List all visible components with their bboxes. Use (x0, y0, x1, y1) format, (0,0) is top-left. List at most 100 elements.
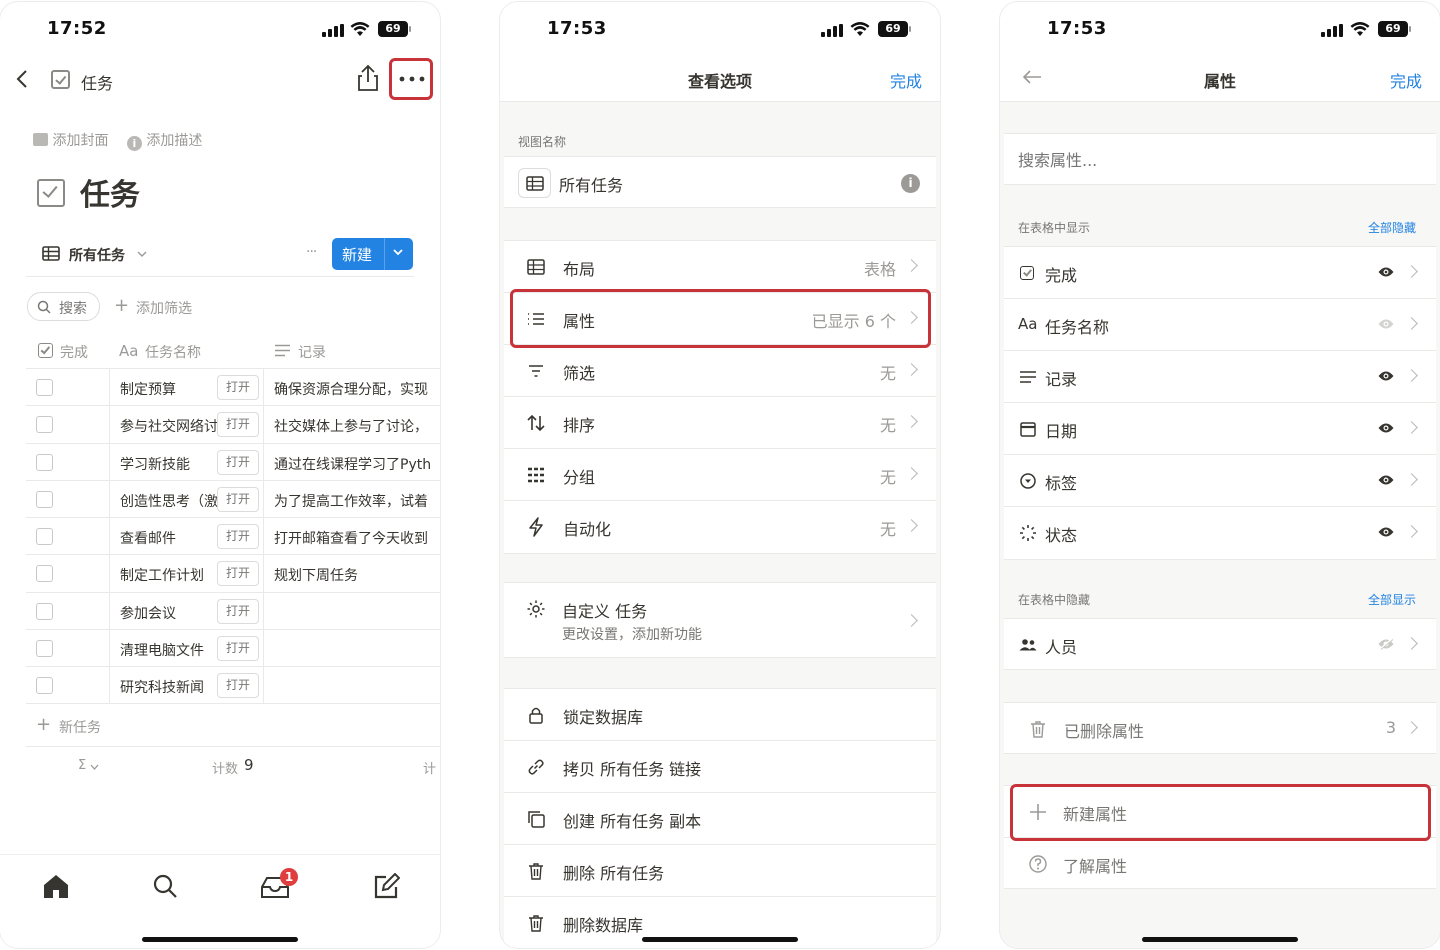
column-header-notes[interactable]: 记录 (298, 342, 326, 362)
view-more-button[interactable]: ··· (306, 244, 317, 260)
action-delete-view[interactable]: 删除 所有任务 (504, 845, 936, 897)
eye-icon[interactable] (1378, 422, 1394, 434)
property-status[interactable]: 状态 (1004, 507, 1436, 559)
row-task-name[interactable]: 创造性思考（激 (120, 491, 220, 511)
property-task-name[interactable]: Aa 任务名称 (1004, 299, 1436, 351)
table-row[interactable]: 制定预算 打开 确保资源合理分配，实现 (26, 368, 440, 406)
back-chevron-icon[interactable] (14, 69, 30, 89)
open-button[interactable]: 打开 (217, 561, 259, 587)
row-checkbox[interactable] (36, 416, 53, 434)
chevron-down-icon[interactable] (90, 764, 99, 770)
deleted-properties[interactable]: 已删除属性 3 (1004, 703, 1436, 755)
trash-icon (1031, 721, 1045, 738)
chevron-down-icon[interactable] (137, 251, 147, 257)
table-row[interactable]: 参与社交网络讨论打开社交媒体上参与了讨论， (26, 405, 440, 443)
row-task-name[interactable]: 参与社交网络讨论 (120, 416, 220, 436)
chevron-down-icon[interactable] (392, 246, 404, 258)
table-row[interactable]: 查看邮件 打开 打开邮箱查看了今天收到 (26, 517, 440, 555)
row-note[interactable]: 社交媒体上参与了讨论， (274, 416, 440, 436)
learn-properties-link[interactable]: 了解属性 (1004, 838, 1436, 890)
row-checkbox[interactable] (36, 602, 53, 620)
property-date[interactable]: 日期 (1004, 403, 1436, 455)
open-button[interactable]: 打开 (217, 486, 259, 512)
row-checkbox[interactable] (36, 677, 53, 695)
property-notes[interactable]: 记录 (1004, 351, 1436, 403)
row-note[interactable]: 打开邮箱查看了今天收到 (274, 528, 440, 548)
open-button[interactable]: 打开 (217, 375, 259, 400)
open-button[interactable]: 打开 (217, 524, 259, 550)
row-checkbox[interactable] (36, 528, 53, 546)
row-note[interactable]: 通过在线课程学习了Pyth (274, 454, 440, 474)
open-button[interactable]: 打开 (217, 449, 259, 475)
action-lock-database[interactable]: 锁定数据库 (504, 689, 936, 741)
sort-icon (527, 414, 545, 432)
share-icon[interactable] (356, 64, 380, 92)
view-name[interactable]: 所有任务 (69, 245, 125, 265)
eye-icon[interactable] (1378, 526, 1394, 538)
option-group[interactable]: 分组 无 (504, 449, 936, 501)
add-filter-button[interactable]: 添加筛选 (136, 298, 192, 318)
open-button[interactable]: 打开 (217, 598, 259, 624)
view-name-field[interactable]: 所有任务 i (504, 157, 936, 209)
add-description-button[interactable]: 添加描述 (146, 133, 202, 149)
table-row[interactable]: 制定工作计划 打开 规划下周任务 (26, 554, 440, 592)
row-task-name[interactable]: 学习新技能 (120, 454, 220, 474)
done-button[interactable]: 完成 (890, 68, 922, 92)
row-task-name[interactable]: 研究科技新闻 (120, 677, 220, 697)
column-header-name[interactable]: 任务名称 (145, 342, 201, 362)
compose-icon[interactable] (373, 873, 400, 900)
option-sort[interactable]: 排序 无 (504, 397, 936, 449)
view-name-value[interactable]: 所有任务 (559, 172, 623, 196)
table-row[interactable]: 参加会议 打开 (26, 591, 440, 630)
customize-database[interactable]: 自定义 任务 更改设置，添加新功能 (504, 583, 936, 659)
row-checkbox[interactable] (36, 490, 53, 508)
property-tags[interactable]: 标签 (1004, 455, 1436, 507)
calculate-sigma-button[interactable]: Σ (78, 758, 86, 773)
view-icon-button[interactable] (518, 168, 551, 198)
row-checkbox[interactable] (36, 640, 53, 658)
table-row[interactable]: 学习新技能 打开 通过在线课程学习了Pyth (26, 442, 440, 480)
open-button[interactable]: 打开 (217, 673, 259, 699)
eye-icon[interactable] (1378, 474, 1394, 486)
row-checkbox[interactable] (36, 565, 53, 583)
eye-slash-icon[interactable] (1378, 638, 1394, 650)
table-row[interactable]: 创造性思考（激 打开 为了提高工作效率，试着 (26, 479, 440, 518)
open-button[interactable]: 打开 (217, 412, 259, 438)
option-automation[interactable]: 自动化 无 (504, 501, 936, 553)
action-copy-link[interactable]: 拷贝 所有任务 链接 (504, 741, 936, 793)
row-checkbox[interactable] (36, 379, 53, 396)
property-done[interactable]: 完成 (1004, 247, 1436, 299)
property-people[interactable]: 人员 (1004, 619, 1436, 671)
search-properties-input[interactable] (1018, 146, 1418, 174)
eye-icon[interactable] (1378, 266, 1394, 278)
open-button[interactable]: 打开 (217, 636, 259, 662)
show-all-button[interactable]: 全部显示 (1368, 591, 1416, 608)
option-layout[interactable]: 布局 表格 (504, 241, 936, 293)
row-task-name[interactable]: 查看邮件 (120, 528, 220, 548)
column-header-done[interactable]: 完成 (60, 342, 88, 362)
home-icon[interactable] (42, 873, 70, 899)
row-note[interactable]: 规划下周任务 (274, 565, 440, 585)
option-filter[interactable]: 筛选 无 (504, 345, 936, 397)
eye-icon[interactable] (1378, 370, 1394, 382)
new-button[interactable]: 新建 (332, 238, 413, 270)
new-task-button[interactable]: 新任务 (59, 717, 101, 737)
row-task-name[interactable]: 参加会议 (120, 603, 220, 623)
row-task-name[interactable]: 制定工作计划 (120, 565, 220, 585)
hide-all-button[interactable]: 全部隐藏 (1368, 219, 1416, 236)
row-note[interactable]: 确保资源合理分配，实现 (274, 379, 440, 399)
table-row[interactable]: 清理电脑文件 打开 (26, 629, 440, 667)
chevron-right-icon (905, 363, 918, 376)
done-button[interactable]: 完成 (1390, 68, 1422, 92)
row-task-name[interactable]: 制定预算 (120, 379, 220, 399)
row-task-name[interactable]: 清理电脑文件 (120, 640, 220, 660)
row-checkbox[interactable] (36, 453, 53, 471)
search-pill[interactable]: 搜索 (27, 292, 100, 321)
table-row[interactable]: 研究科技新闻 打开 (26, 666, 440, 704)
more-dots-icon[interactable] (399, 76, 425, 82)
add-cover-button[interactable]: 添加封面 (52, 133, 108, 149)
action-duplicate[interactable]: 创建 所有任务 副本 (504, 793, 936, 845)
search-icon[interactable] (152, 873, 178, 899)
row-note[interactable]: 为了提高工作效率，试着 (274, 491, 440, 511)
info-icon[interactable]: i (901, 174, 920, 193)
